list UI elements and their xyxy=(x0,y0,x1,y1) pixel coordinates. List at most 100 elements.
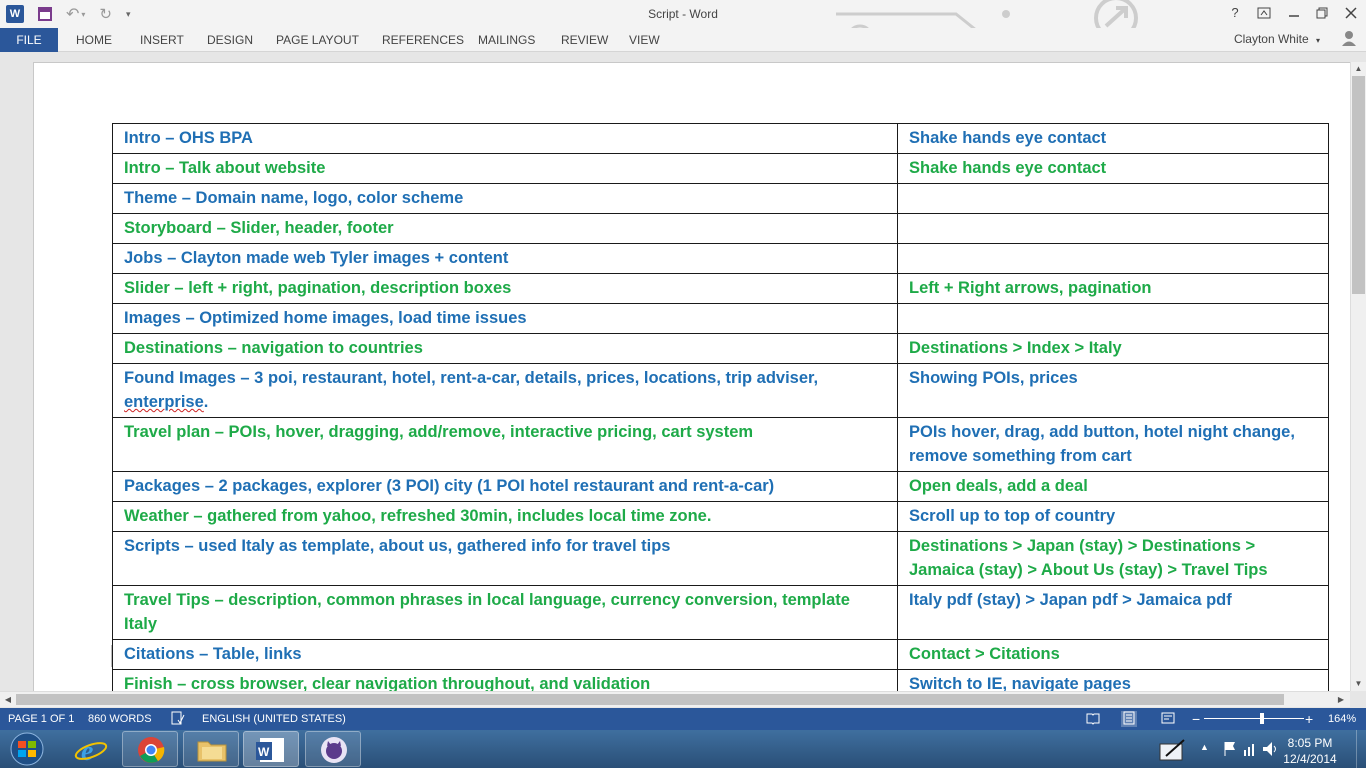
action-text: Destinations > Japan (stay) > Destinatio… xyxy=(909,537,1268,579)
scroll-right-icon[interactable]: ▶ xyxy=(1334,693,1348,707)
user-avatar[interactable] xyxy=(1332,26,1366,52)
tab-file[interactable]: FILE xyxy=(0,28,58,52)
user-name: Clayton White xyxy=(1233,32,1309,46)
action-cell[interactable]: Open deals, add a deal xyxy=(897,471,1329,502)
minimize-button[interactable] xyxy=(1281,4,1307,22)
action-cell[interactable] xyxy=(897,213,1329,244)
web-layout-icon[interactable] xyxy=(1160,711,1176,727)
volume-icon[interactable] xyxy=(1262,740,1278,763)
action-cell[interactable]: Shake hands eye contact xyxy=(897,123,1329,154)
zoom-in-button[interactable]: + xyxy=(1305,708,1313,730)
ribbon-display-options-icon[interactable] xyxy=(1251,4,1277,22)
vertical-scrollbar[interactable]: ▲ ▼ xyxy=(1350,62,1366,691)
zoom-slider[interactable] xyxy=(1204,713,1304,724)
action-cell[interactable]: Destinations > Japan (stay) > Destinatio… xyxy=(897,531,1329,586)
horizontal-scroll-thumb[interactable] xyxy=(16,694,1284,705)
topic-cell[interactable]: Intro – OHS BPA xyxy=(112,123,898,154)
topic-cell[interactable]: Travel plan – POIs, hover, dragging, add… xyxy=(112,417,898,472)
topic-cell[interactable]: Found Images – 3 poi, restaurant, hotel,… xyxy=(112,363,898,418)
action-text: Showing POIs, prices xyxy=(909,369,1078,387)
print-layout-icon[interactable] xyxy=(1121,711,1137,727)
horizontal-scrollbar[interactable]: ◀ ▶ xyxy=(0,691,1350,707)
topic-cell[interactable]: Citations – Table, links xyxy=(112,639,898,670)
tab-page-layout[interactable]: PAGE LAYOUT xyxy=(276,28,359,52)
action-cell[interactable]: Left + Right arrows, pagination xyxy=(897,273,1329,304)
topic-cell[interactable]: Travel Tips – description, common phrase… xyxy=(112,585,898,640)
page-margin-marker xyxy=(111,645,112,667)
restore-button[interactable] xyxy=(1309,4,1335,22)
flag-icon[interactable] xyxy=(1222,740,1238,763)
table-row: Travel plan – POIs, hover, dragging, add… xyxy=(112,417,1329,472)
topic-cell[interactable]: Packages – 2 packages, explorer (3 POI) … xyxy=(112,471,898,502)
topic-text-tail: . xyxy=(203,393,209,411)
tab-mailings[interactable]: MAILINGS xyxy=(478,28,535,52)
scroll-up-icon[interactable]: ▲ xyxy=(1351,62,1366,76)
action-cell[interactable]: Scroll up to top of country xyxy=(897,501,1329,532)
scroll-down-icon[interactable]: ▼ xyxy=(1351,677,1366,691)
network-icon[interactable] xyxy=(1242,740,1258,763)
clock-date[interactable]: 12/4/2014 xyxy=(1280,752,1340,766)
show-desktop-button[interactable] xyxy=(1356,730,1366,768)
language-indicator[interactable]: ENGLISH (UNITED STATES) xyxy=(202,708,346,730)
zoom-out-button[interactable]: − xyxy=(1192,708,1200,730)
page-count[interactable]: PAGE 1 OF 1 xyxy=(8,708,74,730)
topic-cell[interactable]: Storyboard – Slider, header, footer xyxy=(112,213,898,244)
table-row: Packages – 2 packages, explorer (3 POI) … xyxy=(112,471,1329,502)
topic-cell[interactable]: Slider – left + right, pagination, descr… xyxy=(112,273,898,304)
chrome-taskbar-button[interactable] xyxy=(122,731,178,767)
document-page[interactable]: Intro – OHS BPA Shake hands eye contact In… xyxy=(33,62,1350,691)
topic-cell[interactable]: Intro – Talk about website xyxy=(112,153,898,184)
action-cell[interactable]: Shake hands eye contact xyxy=(897,153,1329,184)
action-cell[interactable]: Destinations > Index > Italy xyxy=(897,333,1329,364)
tab-view[interactable]: VIEW xyxy=(629,28,660,52)
action-text: Shake hands eye contact xyxy=(909,159,1107,177)
start-button[interactable] xyxy=(3,731,51,767)
internet-explorer-taskbar-button[interactable]: e xyxy=(62,731,118,767)
help-button[interactable]: ? xyxy=(1222,4,1248,22)
tab-design[interactable]: DESIGN xyxy=(207,28,253,52)
topic-cell[interactable]: Destinations – navigation to countries xyxy=(112,333,898,364)
action-cell[interactable]: Italy pdf (stay) > Japan pdf > Jamaica p… xyxy=(897,585,1329,640)
clock-time[interactable]: 8:05 PM xyxy=(1280,736,1340,750)
topic-cell[interactable]: Theme – Domain name, logo, color scheme xyxy=(112,183,898,214)
proofing-icon[interactable] xyxy=(170,711,186,727)
topic-cell[interactable]: Scripts – used Italy as template, about … xyxy=(112,531,898,586)
topic-cell[interactable]: Weather – gathered from yahoo, refreshed… xyxy=(112,501,898,532)
topic-cell[interactable]: Jobs – Clayton made web Tyler images + c… xyxy=(112,243,898,274)
close-button[interactable] xyxy=(1338,4,1364,22)
show-hidden-icons-icon[interactable]: ▲ xyxy=(1200,742,1209,752)
word-taskbar-button[interactable]: W xyxy=(243,731,299,767)
action-cell[interactable]: Switch to IE, navigate pages xyxy=(897,669,1329,691)
app-taskbar-button[interactable] xyxy=(305,731,361,767)
action-text: Open deals, add a deal xyxy=(909,477,1088,495)
file-explorer-taskbar-button[interactable] xyxy=(183,731,239,767)
action-cell[interactable] xyxy=(897,303,1329,334)
chrome-icon xyxy=(138,737,165,763)
topic-cell[interactable]: Finish – cross browser, clear navigation… xyxy=(112,669,898,691)
action-cell[interactable]: Contact > Citations xyxy=(897,639,1329,670)
action-center-icon[interactable] xyxy=(1158,738,1192,762)
vertical-scroll-thumb[interactable] xyxy=(1352,76,1365,294)
action-cell[interactable]: Showing POIs, prices xyxy=(897,363,1329,418)
read-mode-icon[interactable] xyxy=(1085,711,1101,727)
user-account[interactable]: Clayton White ▾ xyxy=(1234,28,1320,52)
zoom-slider-thumb[interactable] xyxy=(1260,713,1264,724)
action-cell[interactable]: POIs hover, drag, add button, hotel nigh… xyxy=(897,417,1329,472)
tab-insert[interactable]: INSERT xyxy=(140,28,184,52)
ribbon-tabs: FILE HOME INSERT DESIGN PAGE LAYOUT REFE… xyxy=(0,28,1366,52)
word-count[interactable]: 860 WORDS xyxy=(88,708,152,730)
taskbar: e W ▲ 8:05 PM 12/4/2014 xyxy=(0,730,1366,768)
action-cell[interactable] xyxy=(897,243,1329,274)
topic-cell[interactable]: Images – Optimized home images, load tim… xyxy=(112,303,898,334)
scroll-left-icon[interactable]: ◀ xyxy=(1,693,15,707)
tab-review[interactable]: REVIEW xyxy=(561,28,608,52)
tab-references[interactable]: REFERENCES xyxy=(382,28,464,52)
cat-app-icon xyxy=(321,737,347,763)
table-row: Finish – cross browser, clear navigation… xyxy=(112,669,1329,691)
table-row: Intro – Talk about website Shake hands ey… xyxy=(112,153,1329,184)
zoom-level[interactable]: 164% xyxy=(1328,708,1356,730)
action-cell[interactable] xyxy=(897,183,1329,214)
table-row: Storyboard – Slider, header, footer xyxy=(112,213,1329,244)
spelling-error-word[interactable]: enterprise xyxy=(124,393,204,411)
tab-home[interactable]: HOME xyxy=(76,28,112,52)
